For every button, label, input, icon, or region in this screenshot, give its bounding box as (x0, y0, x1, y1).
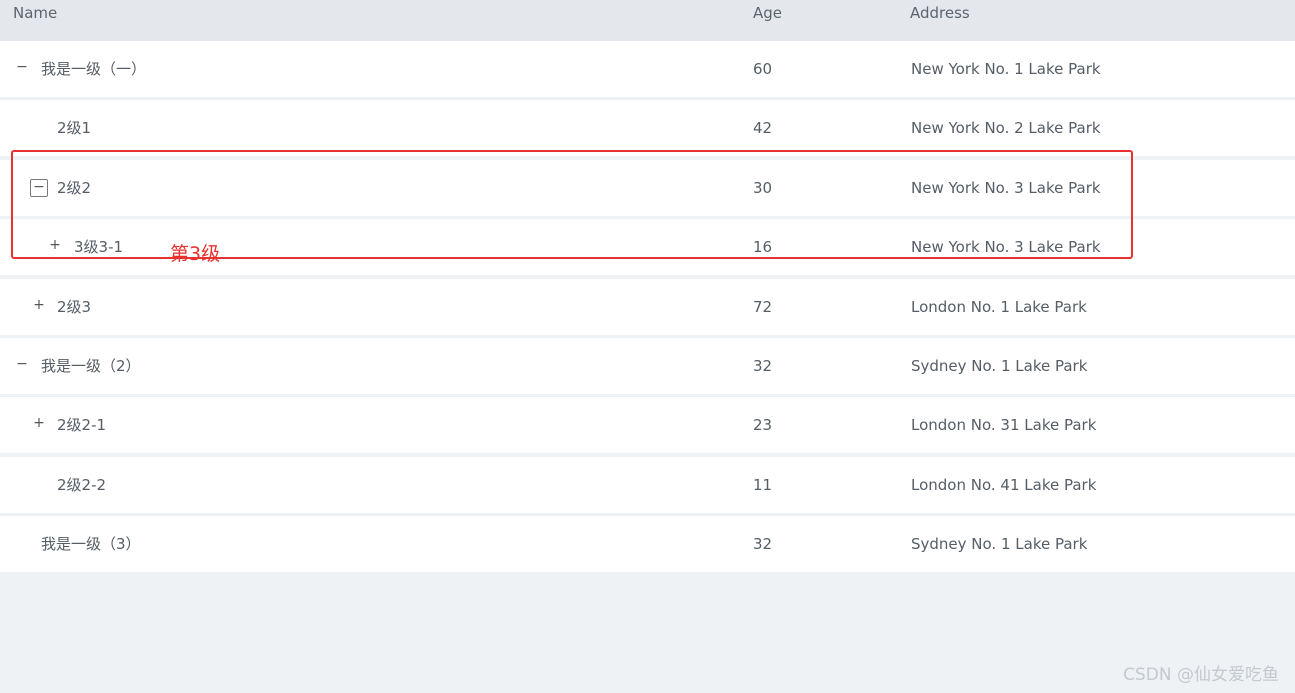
tree-table: Name Age Address − 我是一级（一） 60 New York N… (0, 0, 1295, 572)
table-row[interactable]: − 2级2 30 New York No. 3 Lake Park (0, 160, 1295, 216)
address-cell: London No. 41 Lake Park (911, 476, 1097, 494)
age-cell: 32 (753, 535, 773, 553)
table-row[interactable]: + 2级2-1 23 London No. 31 Lake Park (0, 397, 1295, 453)
row-name: 我是一级（一） (41, 60, 147, 78)
table-row[interactable]: − 我是一级（2） 32 Sydney No. 1 Lake Park (0, 338, 1295, 394)
collapse-icon[interactable]: − (15, 357, 29, 372)
address-cell: Sydney No. 1 Lake Park (911, 357, 1088, 375)
age-cell: 30 (753, 179, 773, 197)
name-cell: 我是一级（3） (0, 516, 740, 572)
address-cell: Sydney No. 1 Lake Park (911, 535, 1088, 553)
name-cell: − 2级2 (0, 160, 740, 216)
row-name: 2级2-2 (57, 476, 107, 494)
age-cell: 42 (753, 119, 773, 137)
table-row[interactable]: 2级2-2 11 London No. 41 Lake Park (0, 457, 1295, 513)
expand-icon[interactable]: + (32, 416, 46, 431)
row-name: 我是一级（2） (41, 357, 141, 375)
age-cell: 32 (753, 357, 773, 375)
age-cell: 11 (753, 476, 773, 494)
address-cell: New York No. 1 Lake Park (911, 60, 1101, 78)
table-row[interactable]: 2级1 42 New York No. 2 Lake Park (0, 100, 1295, 156)
age-cell: 16 (753, 238, 773, 256)
address-cell: New York No. 3 Lake Park (911, 238, 1101, 256)
row-name: 2级2 (57, 179, 92, 197)
expand-icon[interactable]: + (48, 238, 62, 253)
name-cell: + 3级3-1 (0, 219, 740, 275)
age-cell: 60 (753, 60, 773, 78)
address-cell: London No. 31 Lake Park (911, 416, 1097, 434)
table-row[interactable]: + 2级3 72 London No. 1 Lake Park (0, 279, 1295, 335)
age-cell: 23 (753, 416, 773, 434)
table-row[interactable]: − 我是一级（一） 60 New York No. 1 Lake Park (0, 41, 1295, 97)
table-header: Name Age Address (0, 0, 1295, 41)
watermark: CSDN @仙女爱吃鱼 (1123, 665, 1279, 685)
row-name: 2级2-1 (57, 416, 107, 434)
name-cell: − 我是一级（2） (0, 338, 740, 394)
row-name: 3级3-1 (74, 238, 124, 256)
collapse-icon[interactable]: − (15, 60, 29, 75)
name-cell: − 我是一级（一） (0, 41, 740, 97)
table-row[interactable]: 我是一级（3） 32 Sydney No. 1 Lake Park (0, 516, 1295, 572)
column-header-age[interactable]: Age (753, 4, 782, 22)
expand-icon[interactable]: + (32, 298, 46, 313)
column-header-address[interactable]: Address (910, 4, 970, 22)
age-cell: 72 (753, 298, 773, 316)
name-cell: 2级1 (0, 100, 740, 156)
row-name: 2级1 (57, 119, 92, 137)
column-header-name[interactable]: Name (13, 4, 57, 22)
address-cell: New York No. 3 Lake Park (911, 179, 1101, 197)
row-name: 我是一级（3） (41, 535, 141, 553)
row-name: 2级3 (57, 298, 92, 316)
name-cell: 2级2-2 (0, 457, 740, 513)
collapse-icon[interactable]: − (30, 179, 48, 197)
address-cell: London No. 1 Lake Park (911, 298, 1087, 316)
name-cell: + 2级2-1 (0, 397, 740, 453)
address-cell: New York No. 2 Lake Park (911, 119, 1101, 137)
name-cell: + 2级3 (0, 279, 740, 335)
annotation-label: 第3级 (170, 243, 221, 265)
